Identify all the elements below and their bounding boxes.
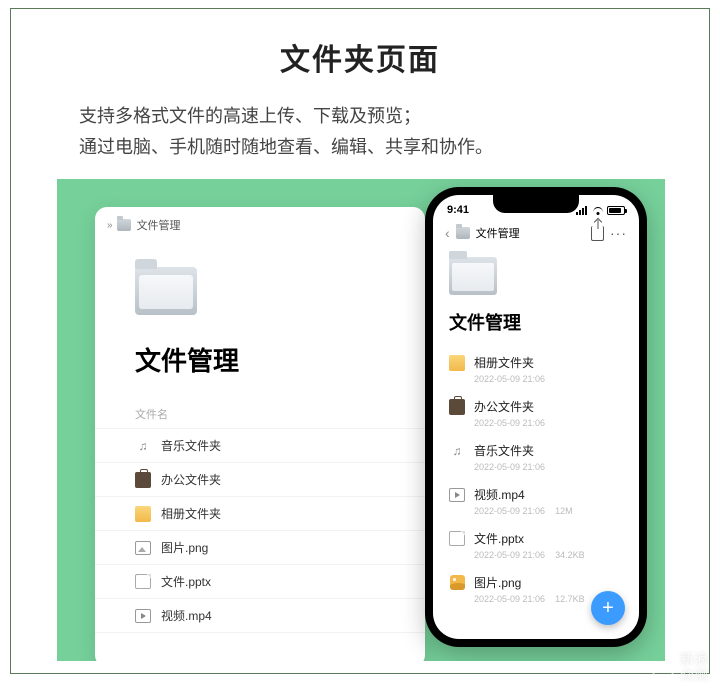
file-row[interactable]: 相册文件夹 2022-05-09 21:06 bbox=[433, 347, 639, 391]
file-row[interactable]: 视频.mp4 bbox=[95, 598, 425, 633]
music-icon: ♫ bbox=[449, 443, 465, 459]
wifi-icon bbox=[592, 206, 604, 215]
breadcrumb[interactable]: » 文件管理 bbox=[95, 207, 425, 243]
signal-icon bbox=[576, 206, 589, 215]
file-row[interactable]: 图片.png bbox=[95, 530, 425, 564]
video-icon bbox=[135, 609, 151, 623]
file-name: 文件.pptx bbox=[474, 530, 524, 547]
album-folder-icon bbox=[135, 506, 151, 522]
file-name: 图片.png bbox=[161, 539, 208, 556]
file-row[interactable]: ♫ 音乐文件夹 bbox=[95, 428, 425, 462]
folder-icon bbox=[456, 227, 470, 239]
file-time: 2022-05-09 21:06 bbox=[474, 550, 545, 560]
file-name: 图片.png bbox=[474, 574, 521, 591]
breadcrumb-label: 文件管理 bbox=[137, 217, 181, 233]
briefcase-icon bbox=[135, 472, 151, 488]
file-icon bbox=[135, 574, 151, 589]
desktop-title: 文件管理 bbox=[135, 341, 425, 378]
column-header-name: 文件名 bbox=[135, 406, 425, 422]
file-row[interactable]: ♫ 音乐文件夹 2022-05-09 21:06 bbox=[433, 435, 639, 479]
add-button[interactable]: + bbox=[591, 591, 625, 625]
desktop-file-list: ♫ 音乐文件夹办公文件夹相册文件夹图片.png 文件.pptx 视频.mp4 bbox=[95, 428, 425, 633]
phone-title: 文件管理 bbox=[449, 309, 639, 335]
file-size: 34.2KB bbox=[555, 550, 585, 560]
folder-icon bbox=[117, 219, 131, 231]
file-name: 文件.pptx bbox=[161, 573, 211, 590]
file-icon bbox=[449, 531, 465, 546]
file-name: 相册文件夹 bbox=[161, 505, 221, 522]
phone-breadcrumb: ‹ 文件管理 ··· bbox=[433, 219, 639, 247]
promo-line-1: 支持多格式文件的高速上传、下载及预览； bbox=[79, 101, 661, 132]
file-time: 2022-05-09 21:06 bbox=[474, 462, 545, 472]
phone-file-list: 相册文件夹 2022-05-09 21:06 办公文件夹 2022-05-09 21:… bbox=[433, 347, 639, 611]
folder-hero-icon bbox=[135, 267, 197, 315]
album-folder-icon bbox=[449, 355, 465, 371]
file-row[interactable]: 办公文件夹 2022-05-09 21:06 bbox=[433, 391, 639, 435]
file-name: 视频.mp4 bbox=[474, 486, 525, 503]
phone-screen: 9:41 ‹ 文件管理 ··· 文件管理 相册文 bbox=[433, 195, 639, 639]
file-time: 2022-05-09 21:06 bbox=[474, 418, 545, 428]
file-size: 12.7KB bbox=[555, 594, 585, 604]
battery-icon bbox=[607, 206, 625, 215]
video-icon bbox=[449, 488, 465, 502]
promo-subtext: 支持多格式文件的高速上传、下载及预览； 通过电脑、手机随时随地查看、编辑、共享和… bbox=[79, 101, 661, 162]
music-icon: ♫ bbox=[135, 438, 151, 454]
more-icon[interactable]: ··· bbox=[610, 229, 627, 237]
chevrons-icon: » bbox=[107, 220, 111, 231]
watermark-line1: 新浪 bbox=[680, 653, 708, 668]
folder-hero-icon bbox=[449, 257, 497, 295]
image-icon bbox=[135, 541, 151, 555]
phone-notch bbox=[493, 195, 579, 213]
status-time: 9:41 bbox=[447, 204, 469, 216]
file-name: 音乐文件夹 bbox=[474, 442, 534, 459]
file-name: 视频.mp4 bbox=[161, 607, 212, 624]
desktop-window: » 文件管理 文件管理 文件名 ♫ 音乐文件夹办公文件夹相册文件夹图片.png 文件… bbox=[95, 207, 425, 661]
file-size: 12M bbox=[555, 506, 573, 516]
breadcrumb-label: 文件管理 bbox=[476, 225, 520, 241]
file-name: 音乐文件夹 bbox=[161, 437, 221, 454]
watermark: 新浪 众测 bbox=[652, 653, 708, 684]
image-icon bbox=[449, 575, 465, 591]
watermark-line2: 众测 bbox=[680, 669, 708, 684]
share-icon[interactable] bbox=[591, 226, 604, 241]
file-row[interactable]: 办公文件夹 bbox=[95, 462, 425, 496]
back-icon[interactable]: ‹ bbox=[445, 225, 450, 241]
file-row[interactable]: 文件.pptx 2022-05-09 21:06 34.2KB bbox=[433, 523, 639, 567]
promo-heading: 文件夹页面 bbox=[11, 35, 709, 79]
file-row[interactable]: 文件.pptx bbox=[95, 564, 425, 598]
stage: » 文件管理 文件管理 文件名 ♫音乐文件夹办公文件夹相册文件夹图片.png文件… bbox=[57, 179, 665, 661]
briefcase-icon bbox=[449, 399, 465, 415]
file-name: 办公文件夹 bbox=[161, 471, 221, 488]
file-row[interactable]: 相册文件夹 bbox=[95, 496, 425, 530]
promo-line-2: 通过电脑、手机随时随地查看、编辑、共享和协作。 bbox=[79, 132, 661, 163]
file-time: 2022-05-09 21:06 bbox=[474, 374, 545, 384]
file-name: 相册文件夹 bbox=[474, 354, 534, 371]
promo-card: 文件夹页面 支持多格式文件的高速上传、下载及预览； 通过电脑、手机随时随地查看、… bbox=[10, 8, 710, 674]
watermark-eye-icon bbox=[652, 662, 674, 676]
file-time: 2022-05-09 21:06 bbox=[474, 594, 545, 604]
file-row[interactable]: 视频.mp4 2022-05-09 21:06 12M bbox=[433, 479, 639, 523]
file-time: 2022-05-09 21:06 bbox=[474, 506, 545, 516]
phone-frame: 9:41 ‹ 文件管理 ··· 文件管理 相册文 bbox=[425, 187, 647, 647]
file-name: 办公文件夹 bbox=[474, 398, 534, 415]
